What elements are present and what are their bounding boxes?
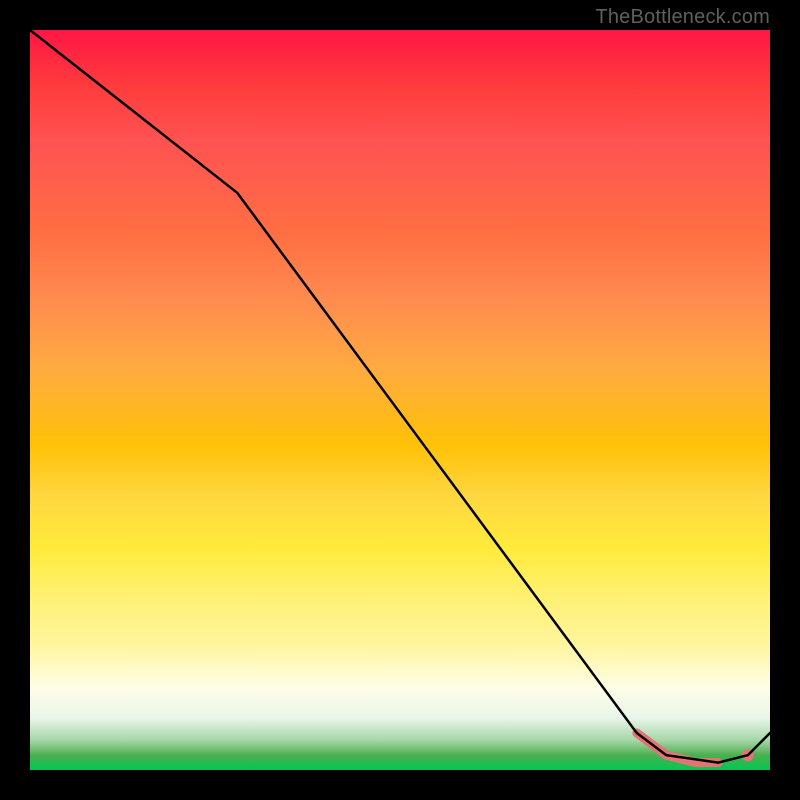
bottleneck-line — [30, 30, 770, 763]
plot-area — [30, 30, 770, 770]
watermark-text: TheBottleneck.com — [595, 6, 770, 29]
valley-highlight-line — [637, 733, 718, 763]
curve-svg — [30, 30, 770, 770]
chart-container: TheBottleneck.com — [0, 0, 800, 800]
